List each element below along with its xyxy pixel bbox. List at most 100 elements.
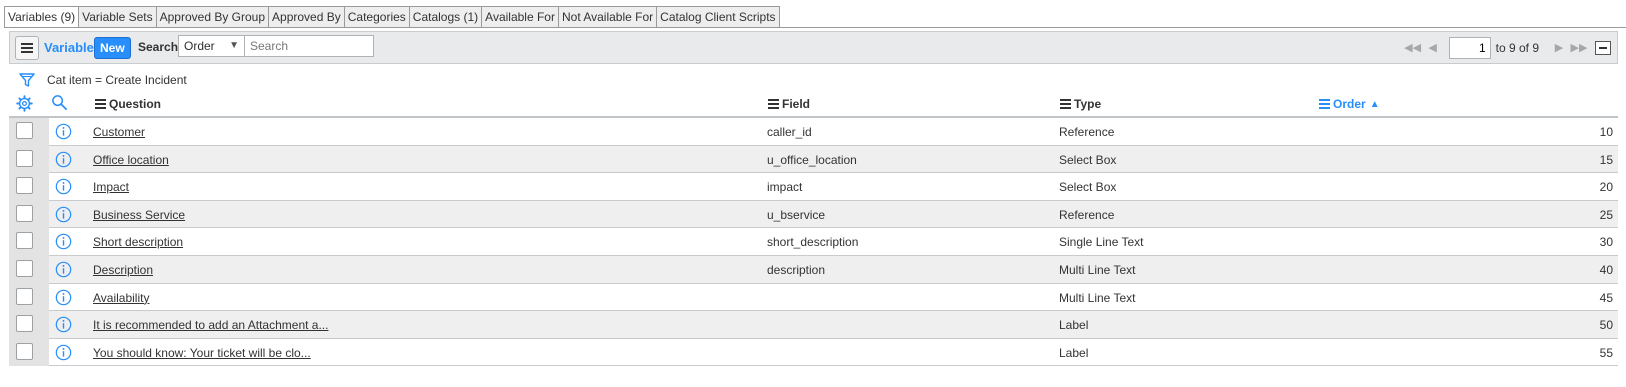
funnel-icon[interactable] (18, 71, 36, 89)
field-cell: u_office_location (767, 152, 857, 167)
tab-variable-sets[interactable]: Variable Sets (79, 6, 157, 28)
info-icon[interactable] (55, 289, 72, 306)
column-type[interactable]: Type (1060, 97, 1101, 111)
filter-breadcrumb[interactable]: Cat item = Create Incident (47, 73, 187, 87)
prev-page-icon[interactable]: ◀ (1423, 38, 1443, 58)
first-page-icon[interactable]: ◀◀ (1403, 38, 1423, 58)
question-link[interactable]: It is recommended to add an Attachment a… (93, 318, 328, 332)
type-cell: Select Box (1059, 152, 1117, 167)
tab-approved-by-group[interactable]: Approved By Group (156, 6, 270, 28)
gear-icon[interactable] (16, 95, 33, 112)
field-cell: short_description (767, 235, 859, 250)
field-cell: description (767, 262, 826, 277)
row-checkbox[interactable] (16, 342, 33, 360)
question-link[interactable]: Short description (93, 235, 183, 249)
column-label: Order (1333, 97, 1366, 111)
info-icon[interactable] (55, 151, 72, 168)
question-link[interactable]: Impact (93, 180, 129, 194)
row-checkbox[interactable] (16, 315, 33, 333)
type-cell: Multi Line Text (1059, 262, 1136, 277)
sort-ascending-icon: ▲ (1369, 98, 1380, 110)
table-row: Short description short_description Single… (9, 228, 1618, 256)
search-icon[interactable] (51, 94, 68, 111)
info-icon[interactable] (55, 316, 72, 333)
order-cell: 55 (1599, 345, 1613, 360)
table-row: You should know: Your ticket will be clo… (9, 338, 1618, 367)
column-question[interactable]: Question (95, 97, 161, 111)
row-checkbox[interactable] (16, 287, 33, 305)
type-cell: Select Box (1059, 180, 1117, 195)
table-row: Availability Multi Line Text 45 (9, 283, 1618, 312)
row-checkbox[interactable] (16, 122, 33, 139)
row-checkbox[interactable] (16, 149, 33, 167)
pagination: ◀◀ ◀ to 9 of 9 ▶ ▶▶ (1403, 36, 1611, 60)
search-label: Search (138, 40, 179, 54)
new-button[interactable]: New (94, 37, 131, 59)
column-menu-icon[interactable] (95, 97, 106, 111)
info-icon[interactable] (55, 178, 72, 195)
type-cell: Label (1059, 345, 1089, 360)
question-link[interactable]: Business Service (93, 208, 185, 222)
search-field-select[interactable]: Order ▼ (178, 35, 245, 57)
column-header-row: Question Field Type Order ▲ (9, 93, 1618, 118)
question-link[interactable]: Availability (93, 291, 149, 305)
question-link[interactable]: You should know: Your ticket will be clo… (93, 346, 311, 360)
list-toolbar: Variables New Search Order ▼ ◀◀ ◀ to 9 o… (9, 31, 1618, 64)
table-row: It is recommended to add an Attachment a… (9, 311, 1618, 339)
order-cell: 50 (1599, 318, 1613, 333)
row-checkbox[interactable] (16, 177, 33, 195)
type-cell: Multi Line Text (1059, 290, 1136, 305)
info-icon[interactable] (55, 206, 72, 223)
related-list-tabs: Variables (9) Variable Sets Approved By … (4, 6, 780, 28)
page-number-input[interactable] (1448, 37, 1491, 59)
page-range-text: to 9 of 9 (1495, 41, 1539, 55)
order-cell: 15 (1599, 152, 1613, 167)
field-cell: u_bservice (767, 207, 826, 222)
type-cell: Label (1059, 318, 1089, 333)
table-row: Description description Multi Line Text 40 (9, 255, 1618, 284)
info-icon[interactable] (55, 123, 72, 140)
tab-catalogs[interactable]: Catalogs (1) (409, 6, 483, 28)
row-checkbox[interactable] (16, 204, 33, 222)
tab-divider (4, 27, 1626, 28)
column-menu-icon[interactable] (1060, 97, 1071, 111)
tab-available-for[interactable]: Available For (482, 6, 559, 28)
field-cell: impact (767, 180, 803, 195)
question-link[interactable]: Office location (93, 153, 169, 167)
tab-not-available-for[interactable]: Not Available For (558, 6, 658, 28)
tab-approved-by[interactable]: Approved By (269, 6, 345, 28)
table-row: Impact impact Select Box 20 (9, 173, 1618, 201)
info-icon[interactable] (55, 261, 72, 278)
info-icon[interactable] (55, 233, 72, 250)
collapse-icon[interactable] (1595, 41, 1611, 55)
table-row: Business Service u_bservice Reference 25 (9, 200, 1618, 229)
next-page-icon[interactable]: ▶ (1549, 38, 1569, 58)
dropdown-caret-icon: ▼ (229, 40, 239, 51)
order-cell: 20 (1599, 180, 1613, 195)
question-link[interactable]: Customer (93, 125, 145, 139)
row-checkbox[interactable] (16, 232, 33, 250)
last-page-icon[interactable]: ▶▶ (1569, 38, 1589, 58)
column-menu-icon[interactable] (1319, 97, 1330, 111)
question-link[interactable]: Description (93, 263, 153, 277)
info-icon[interactable] (55, 344, 72, 361)
table-row: Office location u_office_location Select B… (9, 145, 1618, 174)
list-title[interactable]: Variables (44, 40, 101, 55)
column-label: Type (1074, 97, 1102, 111)
row-checkbox[interactable] (16, 259, 33, 277)
column-label: Field (782, 97, 811, 111)
list-context-menu-button[interactable] (15, 36, 39, 60)
column-field[interactable]: Field (768, 97, 810, 111)
type-cell: Reference (1059, 125, 1115, 139)
list-body: Customer caller_id Reference 10 Office locat… (9, 118, 1618, 367)
column-menu-icon[interactable] (768, 97, 779, 111)
type-cell: Single Line Text (1059, 235, 1144, 250)
type-cell: Reference (1059, 207, 1115, 222)
search-input[interactable] (244, 35, 374, 57)
tab-categories[interactable]: Categories (344, 6, 410, 28)
table-row: Customer caller_id Reference 10 (9, 118, 1618, 146)
column-order[interactable]: Order ▲ (1319, 97, 1380, 111)
order-cell: 10 (1599, 125, 1613, 139)
tab-catalog-client-scripts[interactable]: Catalog Client Scripts (657, 6, 780, 28)
tab-variables[interactable]: Variables (9) (4, 6, 80, 28)
